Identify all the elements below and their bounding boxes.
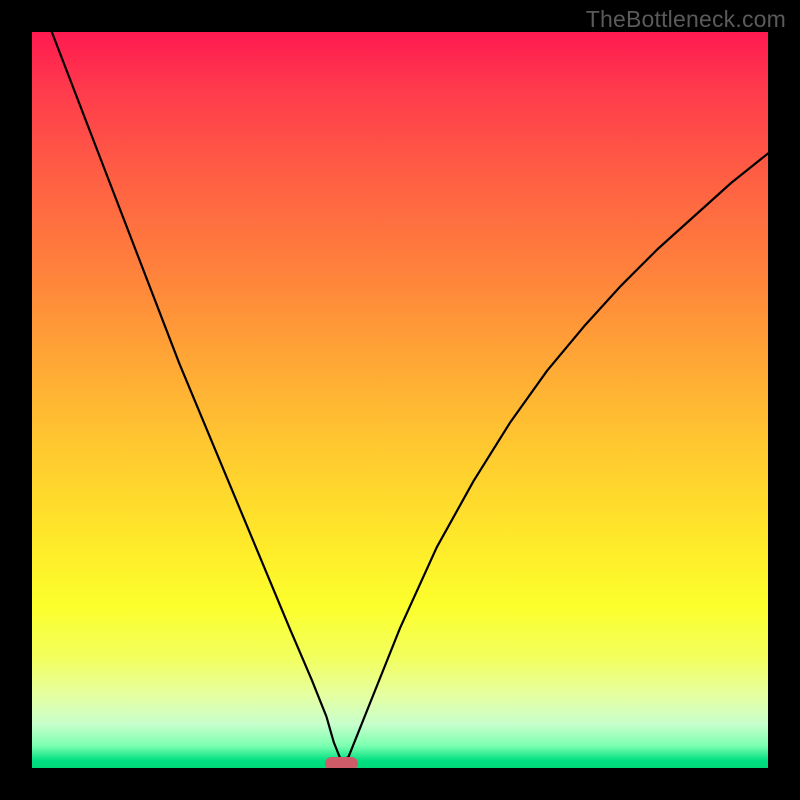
plot-area <box>32 32 768 768</box>
chart-frame: TheBottleneck.com <box>0 0 800 800</box>
minimum-marker <box>325 757 358 768</box>
bottleneck-curve <box>32 32 768 768</box>
watermark-text: TheBottleneck.com <box>586 6 786 33</box>
